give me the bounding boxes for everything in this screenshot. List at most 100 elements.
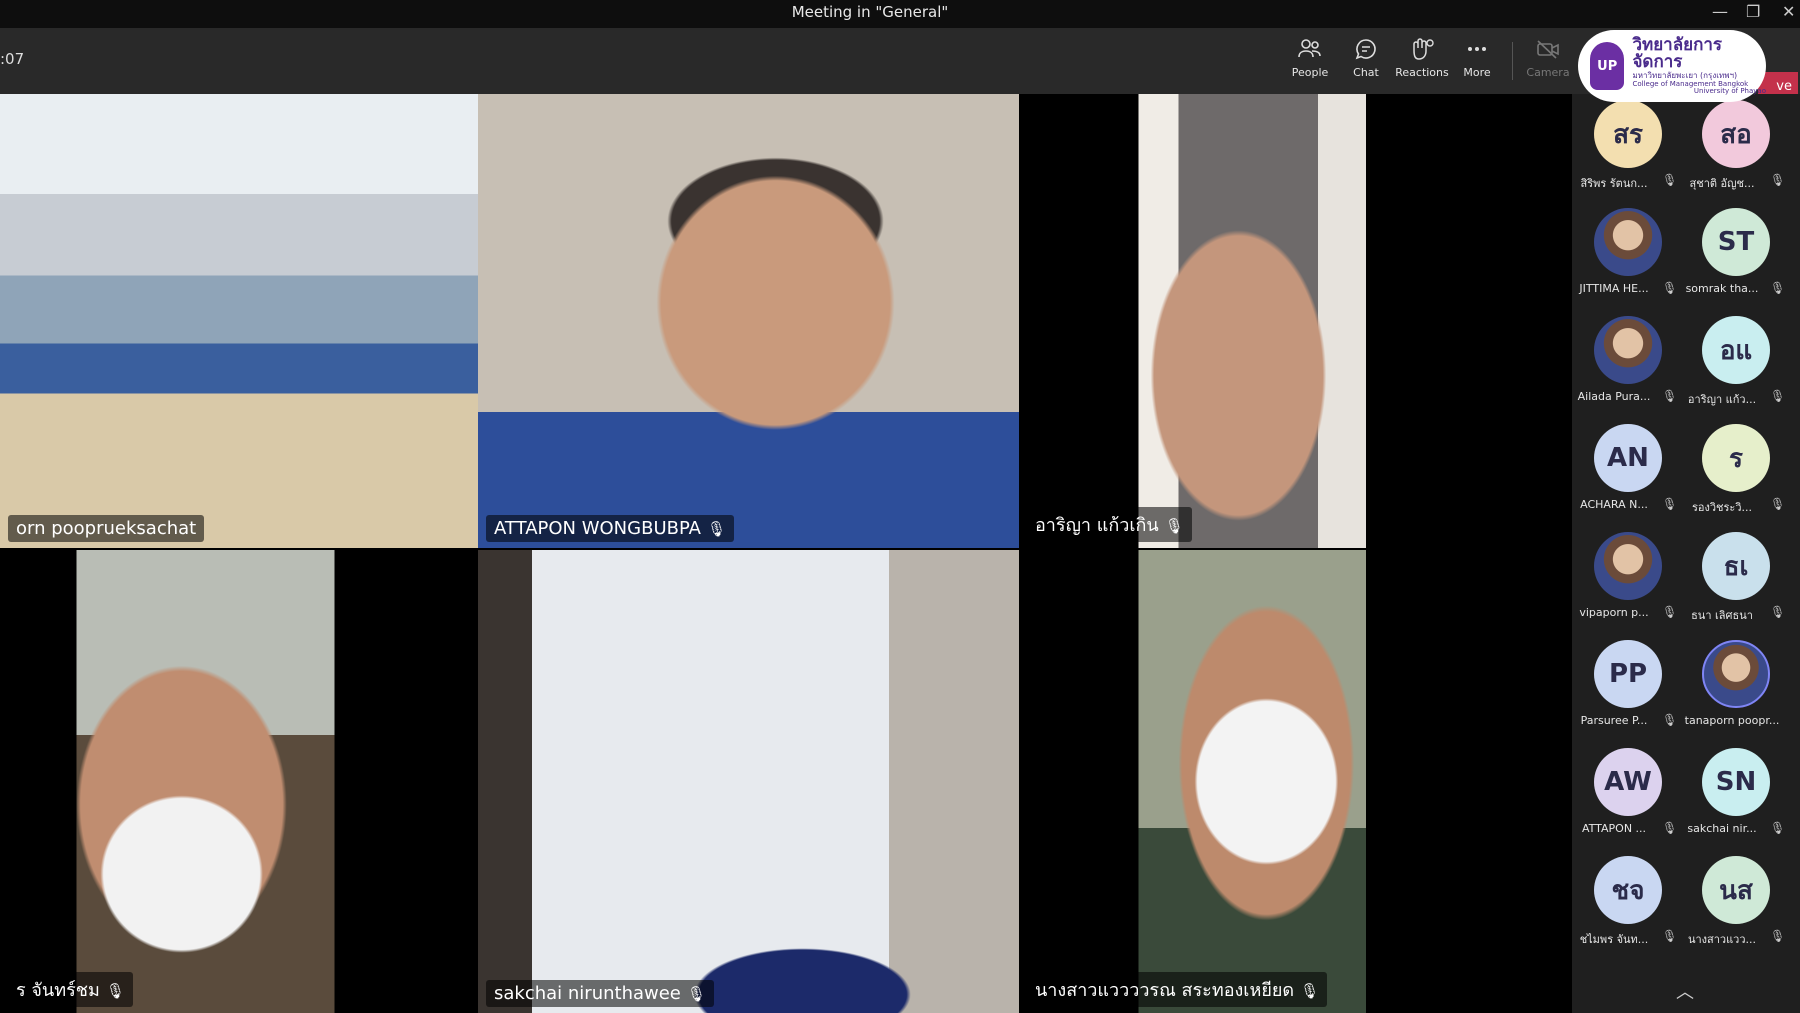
participant-label: สุชาติ อัญช... — [1689, 177, 1755, 190]
camera-off-icon — [1520, 38, 1576, 66]
mic-muted-icon: 🎙 — [1662, 173, 1678, 187]
reactions-label: Reactions — [1395, 66, 1449, 79]
avatar: ธเ — [1702, 532, 1770, 600]
video-tile-6[interactable]: นางสาวแววววรณ สระทองเหยียด 🎙 — [1019, 550, 1418, 1013]
participant-item[interactable]: vipaporn p... 🎙 — [1572, 526, 1678, 634]
toolbar-divider — [1512, 42, 1513, 80]
mic-muted-icon: 🎙 — [1770, 281, 1786, 295]
participant-item[interactable]: AW ATTAPON ... 🎙 — [1572, 742, 1678, 850]
participant-item[interactable]: สอ สุชาติ อัญช... 🎙 — [1680, 94, 1786, 202]
participant-item[interactable]: ธเ ธนา เลิศธนา 🎙 — [1680, 526, 1786, 634]
participant-item[interactable]: นส นางสาวแวว... 🎙 — [1680, 850, 1786, 958]
participant-item[interactable]: SN sakchai nir... 🎙 — [1680, 742, 1786, 850]
participant-label: ACHARA N... — [1580, 498, 1648, 511]
participant-label: อาริญา แก้ว... — [1687, 393, 1757, 406]
participant-label: vipaporn p... — [1579, 606, 1649, 619]
participant-label: นางสาวแวว... — [1687, 933, 1757, 946]
participant-name: ร จันทร์ชม 🎙 — [8, 972, 133, 1007]
participant-name: orn pooprueksachat — [8, 515, 205, 542]
participant-label: tanaporn poopr... — [1684, 714, 1780, 727]
participant-name: นางสาวแววววรณ สระทองเหยียด 🎙 — [1027, 972, 1328, 1007]
meeting-timer: :07 — [0, 50, 25, 68]
participant-item[interactable]: JITTIMA HE... 🎙 — [1572, 202, 1678, 310]
mic-muted-icon: 🎙 — [1662, 281, 1678, 295]
chat-label: Chat — [1353, 66, 1379, 79]
logo-line-1: วิทยาลัยการจัดการ — [1632, 34, 1723, 73]
mic-muted-icon: 🎙 — [1662, 605, 1678, 619]
avatar-photo — [1594, 532, 1662, 600]
meeting-toolbar: :07 People Chat Reactions More Camera ve — [0, 28, 1800, 102]
participant-item[interactable]: อแ อาริญา แก้ว... 🎙 — [1680, 310, 1786, 418]
participant-label: somrak tha... — [1685, 282, 1759, 295]
people-button[interactable]: People — [1282, 38, 1338, 79]
avatar: ร — [1702, 424, 1770, 492]
more-label: More — [1463, 66, 1491, 79]
close-icon[interactable]: ✕ — [1782, 2, 1795, 21]
mic-muted-icon: 🎙 — [706, 520, 727, 538]
mic-muted-icon: 🎙 — [1164, 517, 1184, 535]
video-tile-5[interactable]: sakchai nirunthawee 🎙 — [478, 550, 1019, 1013]
chevron-up-icon[interactable]: ︿ — [1676, 978, 1694, 1004]
avatar: SN — [1702, 748, 1770, 816]
participant-name: อาริญา แก้วเกิน 🎙 — [1027, 507, 1192, 542]
participant-item[interactable]: สร สิริพร รัตนก... 🎙 — [1572, 94, 1678, 202]
participant-item[interactable]: PP Parsuree P... 🎙 — [1572, 634, 1677, 742]
window-title: Meeting in "General" — [791, 3, 949, 21]
avatar: ชจ — [1594, 856, 1662, 924]
title-bar: Meeting in "General" — ❐ ✕ — [0, 0, 1800, 28]
participant-name: ATTAPON WONGBUBPA 🎙 — [486, 515, 735, 542]
mic-muted-icon: 🎙 — [105, 982, 125, 1000]
reactions-button[interactable]: Reactions — [1392, 38, 1452, 79]
participant-label: สิริพร รัตนก... — [1580, 177, 1648, 190]
mic-muted-icon: 🎙 — [1770, 173, 1786, 187]
college-logo: UP วิทยาลัยการจัดการ มหาวิทยาลัยพะเยา (ก… — [1578, 30, 1766, 102]
participant-item[interactable]: ชจ ชไมพร จันท... 🎙 — [1572, 850, 1678, 958]
mic-muted-icon: 🎙 — [1300, 982, 1320, 1000]
avatar-photo — [1702, 640, 1770, 708]
avatar-photo — [1594, 208, 1662, 276]
chat-icon — [1338, 38, 1394, 66]
participant-label: sakchai nir... — [1687, 822, 1757, 835]
participant-label: ATTAPON ... — [1581, 822, 1647, 835]
avatar: PP — [1594, 640, 1662, 708]
video-stage: orn pooprueksachat ATTAPON WONGBUBPA 🎙 อา… — [0, 94, 1572, 1013]
more-icon — [1449, 38, 1505, 66]
mic-muted-icon: 🎙 — [1770, 605, 1786, 619]
avatar: AN — [1594, 424, 1662, 492]
mic-muted-icon: 🎙 — [1770, 821, 1786, 835]
participant-label: JITTIMA HE... — [1579, 282, 1649, 295]
mic-muted-icon: 🎙 — [1770, 929, 1786, 943]
participants-gallery: สร สิริพร รัตนก... 🎙 สอ สุชาติ อัญช... 🎙… — [1572, 94, 1800, 1013]
participant-item[interactable]: ST somrak tha... 🎙 — [1680, 202, 1786, 310]
university-seal-icon: UP — [1590, 42, 1625, 90]
video-tile-4[interactable]: ร จันทร์ชม 🎙 — [0, 550, 478, 1013]
participant-item[interactable]: Ailada Pura... 🎙 — [1572, 310, 1677, 418]
avatar: สอ — [1702, 100, 1770, 168]
participant-label: ชไมพร จันท... — [1579, 933, 1649, 946]
participant-item[interactable]: tanaporn poopr... — [1680, 634, 1784, 742]
mic-muted-icon: 🎙 — [1770, 497, 1786, 511]
video-tile-2[interactable]: ATTAPON WONGBUBPA 🎙 — [478, 94, 1019, 548]
mic-muted-icon: 🎙 — [1770, 389, 1786, 403]
participant-item[interactable]: ร รองวิชระวิ... 🎙 — [1680, 418, 1786, 526]
camera-button[interactable]: Camera — [1520, 38, 1576, 79]
avatar: อแ — [1702, 316, 1770, 384]
video-tile-1[interactable]: orn pooprueksachat — [0, 94, 478, 548]
more-button[interactable]: More — [1449, 38, 1505, 79]
chat-button[interactable]: Chat — [1338, 38, 1394, 79]
video-tile-3[interactable]: อาริญา แก้วเกิน 🎙 — [1019, 94, 1418, 548]
mic-muted-icon: 🎙 — [1662, 497, 1678, 511]
mic-muted-icon: 🎙 — [1662, 821, 1678, 835]
restore-icon[interactable]: ❐ — [1746, 2, 1760, 21]
participant-item[interactable]: AN ACHARA N... 🎙 — [1572, 418, 1678, 526]
avatar: นส — [1702, 856, 1770, 924]
camera-label: Camera — [1526, 66, 1570, 79]
people-icon — [1282, 38, 1338, 66]
participant-name: sakchai nirunthawee 🎙 — [486, 980, 714, 1007]
reactions-icon — [1392, 38, 1452, 66]
mic-muted-icon: 🎙 — [1662, 929, 1678, 943]
minimize-icon[interactable]: — — [1712, 2, 1728, 21]
participant-label: ธนา เลิศธนา — [1691, 609, 1753, 622]
avatar-photo — [1594, 316, 1662, 384]
participant-label: Parsuree P... — [1580, 714, 1648, 727]
